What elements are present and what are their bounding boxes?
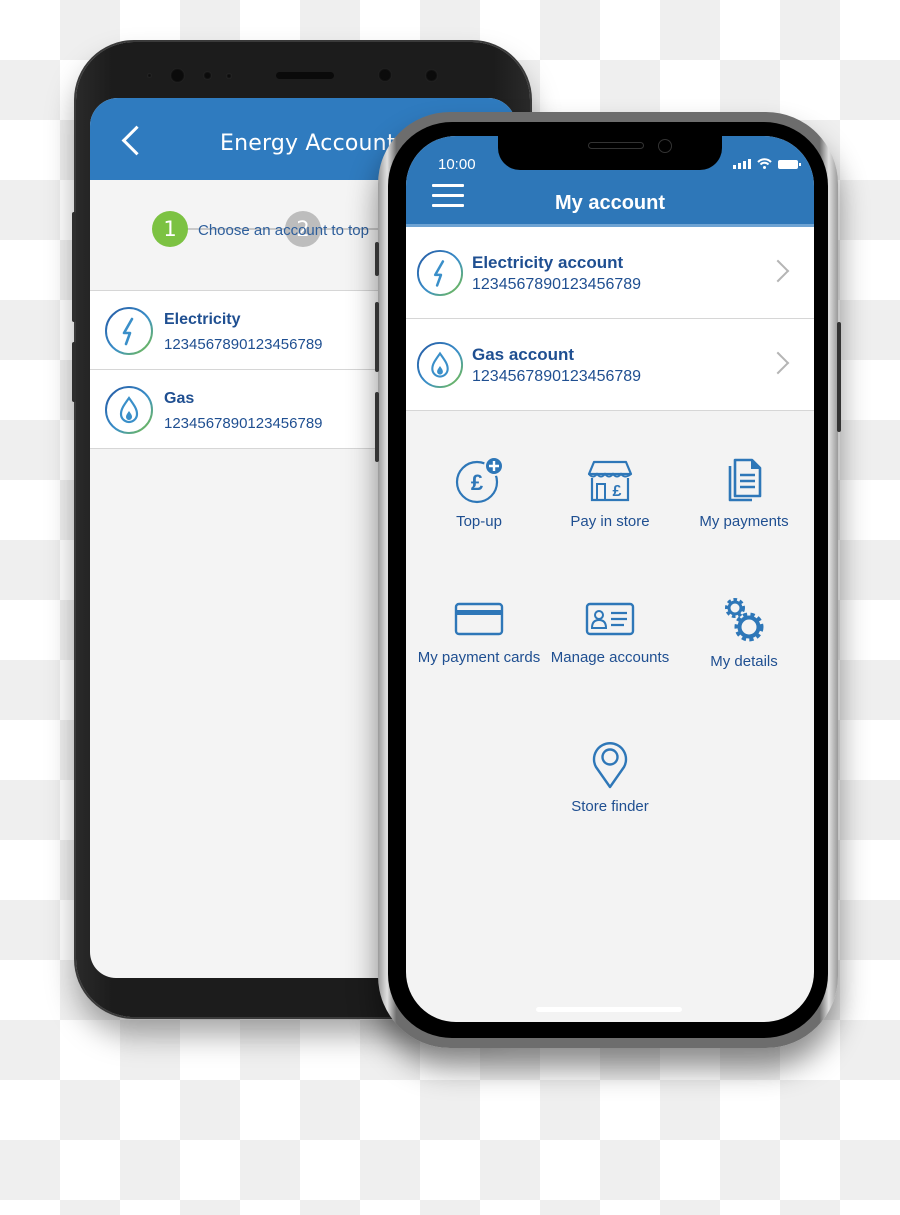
menu-item-label: Manage accounts	[550, 649, 670, 666]
step-1-active: 1	[152, 211, 188, 247]
android-iris-scanner	[378, 68, 392, 82]
svg-text:£: £	[613, 483, 622, 500]
iphone-volume-up	[375, 302, 379, 372]
flame-icon	[416, 341, 464, 389]
front-camera	[658, 139, 672, 153]
account-name: Gas account	[472, 345, 575, 364]
account-row-gas[interactable]: Gas account 1234567890123456789	[406, 319, 814, 411]
account-number: 1234567890123456789	[164, 415, 323, 432]
menu-item-label: Pay in store	[570, 513, 650, 530]
lightning-icon	[105, 307, 153, 355]
page-title: My account	[554, 192, 666, 214]
account-number: 1234567890123456789	[472, 276, 642, 293]
account-number: 1234567890123456789	[472, 368, 642, 385]
android-earpiece	[276, 72, 334, 79]
android-sensor	[203, 71, 212, 80]
account-name: Electricity account	[472, 253, 624, 272]
menu-item-pay-in-store[interactable]: £ Pay in store	[545, 456, 675, 531]
menu-item-store-finder[interactable]: Store finder	[545, 739, 675, 816]
location-pin-icon	[592, 742, 628, 789]
account-row-electricity[interactable]: Electricity account 1234567890123456789	[406, 227, 814, 319]
lightning-icon	[416, 249, 464, 297]
android-volume-button	[72, 212, 76, 322]
store-icon: £	[587, 460, 633, 502]
menu-item-top-up[interactable]: £ Top-up	[414, 456, 544, 531]
iphone-volume-down	[375, 392, 379, 462]
account-list: Electricity account 1234567890123456789 …	[406, 224, 814, 411]
battery-icon	[778, 160, 801, 169]
svg-text:£: £	[471, 470, 484, 495]
home-indicator[interactable]	[536, 1007, 682, 1012]
android-sensor	[147, 73, 152, 78]
menu-item-label: My payment cards	[417, 649, 541, 666]
menu-item-my-payment-cards[interactable]: My payment cards	[414, 596, 544, 667]
iphone-mute-switch	[375, 242, 379, 276]
menu-item-label: My details	[710, 653, 778, 670]
id-card-icon	[585, 602, 635, 636]
android-page-title: Energy Accounts	[220, 131, 408, 156]
android-iris-scanner	[425, 69, 438, 82]
account-name: Electricity	[164, 311, 241, 328]
top-up-pound-icon: £	[455, 456, 504, 504]
credit-card-icon	[454, 602, 504, 636]
status-icons	[733, 158, 801, 169]
wifi-icon	[757, 158, 772, 169]
menu-item-my-details[interactable]: My details	[679, 596, 809, 671]
iphone-notch	[498, 136, 722, 170]
menu-item-my-payments[interactable]: My payments	[679, 456, 809, 531]
flame-icon	[105, 386, 153, 434]
signal-icon	[733, 159, 751, 169]
android-bixby-button	[72, 342, 76, 402]
account-name: Gas	[164, 390, 195, 407]
account-number: 1234567890123456789	[164, 336, 323, 353]
earpiece-speaker	[588, 142, 644, 149]
documents-icon	[728, 458, 762, 502]
iphone: 10:00 My account Electricity account 123…	[375, 112, 841, 1048]
android-sensor	[226, 73, 232, 79]
instruction-text: Choose an account to top	[198, 222, 369, 239]
iphone-side-button	[837, 322, 841, 432]
android-front-camera	[170, 68, 185, 83]
menu-item-manage-accounts[interactable]: Manage accounts	[545, 596, 675, 667]
menu-item-label: Top-up	[456, 513, 502, 530]
menu-item-label: Store finder	[571, 798, 649, 815]
menu-item-label: My payments	[699, 513, 789, 530]
iphone-screen: 10:00 My account Electricity account 123…	[406, 136, 814, 1022]
status-time: 10:00	[438, 156, 476, 173]
chevron-left-icon[interactable]	[121, 125, 152, 156]
chevron-right-icon	[766, 259, 790, 283]
chevron-right-icon	[766, 351, 790, 375]
gears-icon	[725, 598, 764, 642]
